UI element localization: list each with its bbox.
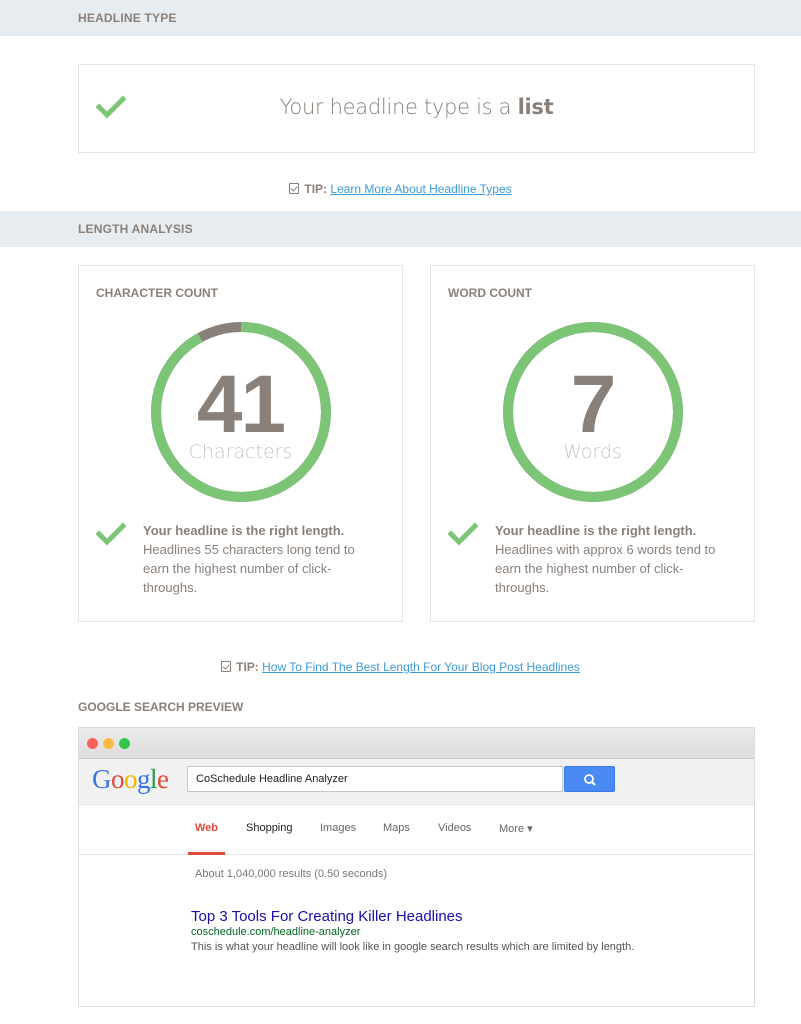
section-title: HEADLINE TYPE <box>78 11 177 25</box>
google-header: Google CoSchedule Headline Analyzer <box>79 759 754 805</box>
section-title: GOOGLE SEARCH PREVIEW <box>78 700 244 714</box>
search-input[interactable]: CoSchedule Headline Analyzer <box>187 766 563 792</box>
google-preview-browser: Google CoSchedule Headline Analyzer Web … <box>78 727 755 1007</box>
tab-web[interactable]: Web <box>195 822 218 834</box>
message-bold: Your headline is the right length. <box>495 523 697 538</box>
headline-type-value: list <box>517 95 554 119</box>
tab-videos[interactable]: Videos <box>438 822 471 834</box>
character-count-card: CHARACTER COUNT 41 Characters Your headl… <box>78 265 403 622</box>
character-count-unit: Characters <box>188 441 293 463</box>
section-bar-length-analysis: LENGTH ANALYSIS <box>0 211 801 247</box>
learn-more-headline-types-link[interactable]: Learn More About Headline Types <box>330 182 511 196</box>
google-nav: Web Shopping Images Maps Videos More ▾ <box>79 805 754 855</box>
tip-label: TIP: <box>236 660 259 674</box>
active-tab-indicator <box>188 852 225 855</box>
word-count-unit: Words <box>563 441 622 463</box>
search-icon <box>584 774 596 786</box>
tab-shopping[interactable]: Shopping <box>246 822 293 834</box>
close-window-icon[interactable] <box>87 738 98 749</box>
search-button[interactable] <box>564 766 615 792</box>
word-count-value: 7 <box>570 359 617 450</box>
clipboard-check-icon <box>289 183 300 194</box>
tab-maps[interactable]: Maps <box>383 822 410 834</box>
section-title: LENGTH ANALYSIS <box>78 222 193 236</box>
minimize-window-icon[interactable] <box>103 738 114 749</box>
word-count-message: Your headline is the right length. Headl… <box>495 521 730 597</box>
google-logo: Google <box>92 764 169 794</box>
character-count-message: Your headline is the right length. Headl… <box>143 521 378 597</box>
results-count: About 1,040,000 results (0.50 seconds) <box>195 868 388 880</box>
message-text: Headlines 55 characters long tend to ear… <box>143 542 355 595</box>
headline-type-prefix: Your headline type is a <box>279 95 512 119</box>
tab-more[interactable]: More ▾ <box>499 822 533 835</box>
word-count-card: WORD COUNT 7 Words Your headline is the … <box>430 265 755 622</box>
tip-headline-types: TIP: Learn More About Headline Types <box>0 182 801 196</box>
result-title-link[interactable]: Top 3 Tools For Creating Killer Headline… <box>191 908 463 925</box>
character-count-value: 41 <box>196 359 286 450</box>
message-bold: Your headline is the right length. <box>143 523 345 538</box>
result-description: This is what your headline will look lik… <box>191 941 635 953</box>
clipboard-check-icon <box>221 661 232 672</box>
headline-type-box: Your headline type is a list <box>78 64 755 153</box>
maximize-window-icon[interactable] <box>119 738 130 749</box>
tip-label: TIP: <box>304 182 328 196</box>
message-text: Headlines with approx 6 words tend to ea… <box>495 542 716 595</box>
browser-chrome <box>79 728 754 759</box>
tip-best-length: TIP: How To Find The Best Length For You… <box>0 660 801 674</box>
card-title: WORD COUNT <box>448 286 532 300</box>
result-url: coschedule.com/headline-analyzer <box>191 926 361 938</box>
card-title: CHARACTER COUNT <box>96 286 218 300</box>
headline-type-text: Your headline type is a list <box>79 95 754 119</box>
tab-images[interactable]: Images <box>320 822 356 834</box>
section-bar-headline-type: HEADLINE TYPE <box>0 0 801 36</box>
best-length-link[interactable]: How To Find The Best Length For Your Blo… <box>262 660 580 674</box>
checkmark-icon <box>448 522 478 546</box>
checkmark-icon <box>96 522 126 546</box>
